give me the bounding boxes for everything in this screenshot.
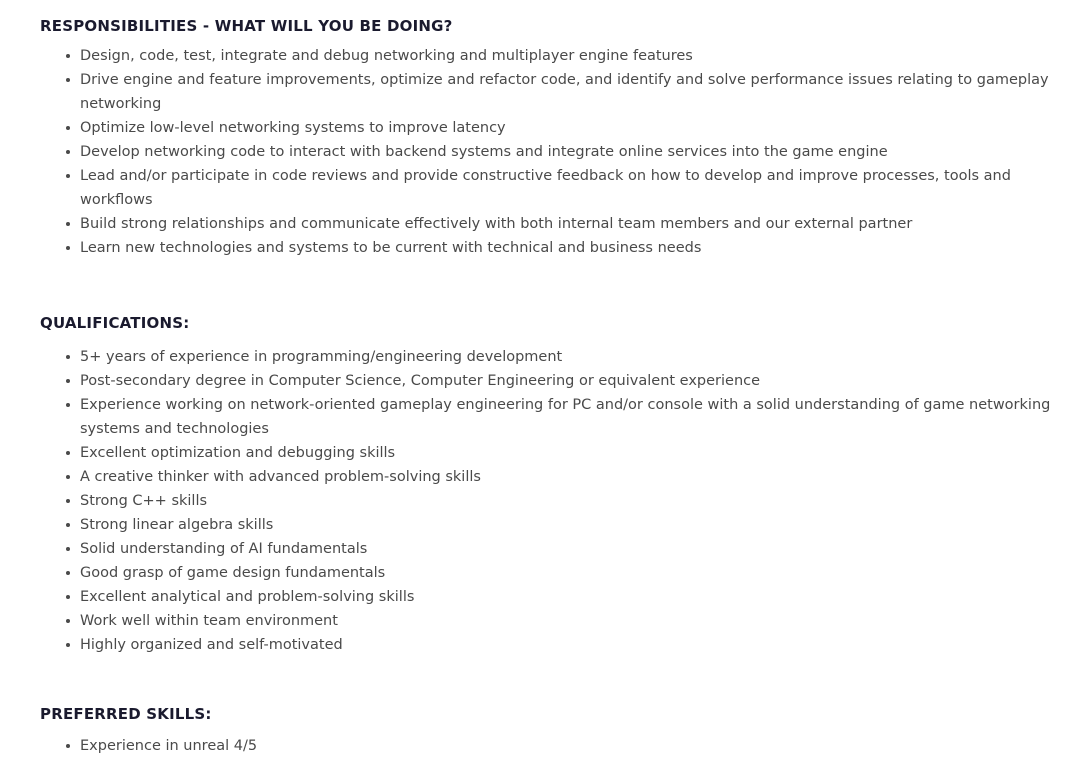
preferred-skills-section: PREFERRED SKILLS: [0,704,1066,724]
preferred-skills-heading: PREFERRED SKILLS: [40,705,212,723]
highlight-box-preferred-skill: Experience in unreal 4/5 [80,738,258,754]
responsibilities-heading: RESPONSIBILITIES - WHAT WILL YOU BE DOIN… [40,17,453,35]
job-posting-document: RESPONSIBILITIES - WHAT WILL YOU BE DOIN… [0,0,1066,776]
list-item: Lead and/or participate in code reviews … [0,164,1066,212]
list-item-highlighted: Experience working on network-oriented g… [0,393,1066,441]
list-item: Solid understanding of AI fundamentals [0,537,1066,561]
qualifications-heading: QUALIFICATIONS: [40,314,190,332]
list-item: Post-secondary degree in Computer Scienc… [0,369,1066,393]
list-item-highlighted: Experience in unreal 4/5 [0,734,1066,758]
list-item: Design, code, test, integrate and debug … [0,44,1066,68]
responsibilities-section: RESPONSIBILITIES - WHAT WILL YOU BE DOIN… [0,16,1066,36]
list-item: Highly organized and self-motivated [0,633,1066,657]
list-item: Excellent optimization and debugging ski… [0,441,1066,465]
list-item: Build strong relationships and communica… [0,212,1066,236]
list-item: Learn new technologies and systems to be… [0,236,1066,260]
list-item: Work well within team environment [0,609,1066,633]
responsibilities-list: Design, code, test, integrate and debug … [0,44,1066,260]
list-item: Develop networking code to interact with… [0,140,1066,164]
preferred-skills-list: Experience in unreal 4/5 [0,734,1066,758]
list-item: Strong C++ skills [0,489,1066,513]
list-item: Optimize low-level networking systems to… [0,116,1066,140]
list-item: Strong linear algebra skills [0,513,1066,537]
highlight-box-qualification: Experience working on network-oriented g… [80,397,703,413]
list-item: 5+ years of experience in programming/en… [0,345,1066,369]
qualifications-section: QUALIFICATIONS: [0,313,1066,333]
list-item: A creative thinker with advanced problem… [0,465,1066,489]
list-item: Excellent analytical and problem-solving… [0,585,1066,609]
list-item: Drive engine and feature improvements, o… [0,68,1066,116]
qualifications-list: 5+ years of experience in programming/en… [0,345,1066,657]
list-item: Good grasp of game design fundamentals [0,561,1066,585]
